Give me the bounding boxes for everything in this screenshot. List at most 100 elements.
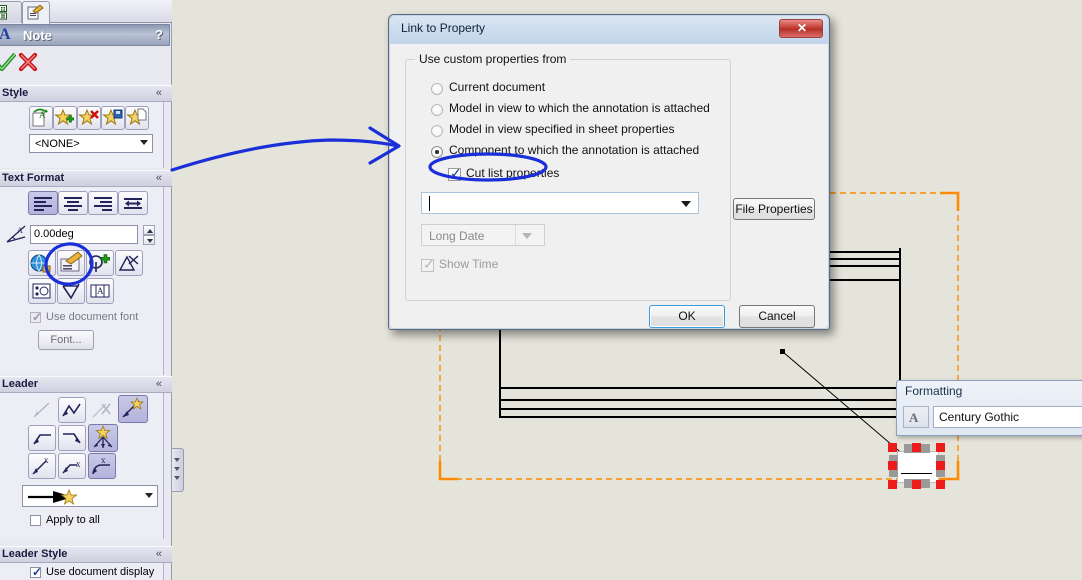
chevron-down-icon[interactable]: [140, 140, 148, 145]
stepper-down[interactable]: [143, 235, 155, 245]
save-style-icon[interactable]: [101, 106, 125, 130]
add-style-icon[interactable]: [53, 106, 77, 130]
chevron-up-icon[interactable]: «: [156, 87, 162, 99]
formatting-toolbar[interactable]: Formatting A Century Gothic: [896, 380, 1082, 436]
checkbox-label: Use document display: [46, 566, 155, 578]
cancel-x-icon[interactable]: [18, 52, 38, 72]
chevron-down-icon[interactable]: [681, 201, 691, 207]
ok-check-icon[interactable]: [0, 53, 16, 71]
stepper-up[interactable]: [143, 225, 155, 235]
sidebar-item-feature-manager[interactable]: [0, 1, 22, 23]
radio-button: [431, 104, 443, 116]
note-pencil-icon: [27, 5, 44, 20]
ok-button[interactable]: OK: [649, 305, 725, 328]
radio-label: Current document: [449, 80, 546, 94]
dialog-titlebar[interactable]: Link to Property ✕: [390, 16, 828, 44]
delete-style-icon[interactable]: [77, 106, 101, 130]
checkbox-label: Use document font: [46, 311, 139, 323]
selected-note-handles[interactable]: [888, 443, 946, 489]
chevron-up-icon[interactable]: «: [156, 378, 162, 390]
date-format-value: Long Date: [429, 229, 485, 243]
section-header-leader-style[interactable]: Leader Style «: [0, 546, 172, 563]
resize-handle[interactable]: [888, 461, 897, 470]
section-header-leader[interactable]: Leader «: [0, 376, 172, 393]
cancel-label: Cancel: [758, 309, 796, 323]
link-to-property-icon[interactable]: [57, 250, 85, 276]
font-name-input[interactable]: Century Gothic: [933, 406, 1082, 428]
style-combo[interactable]: <NONE>: [29, 134, 153, 153]
leader-multi-jog-icon[interactable]: [88, 424, 118, 452]
page-title: Note: [23, 28, 52, 43]
checkbox-box: ✓: [30, 310, 43, 324]
leader-x-right-icon[interactable]: x: [58, 453, 86, 479]
resize-handle[interactable]: [912, 443, 921, 452]
leader-left-icon[interactable]: [28, 425, 56, 451]
property-name-combo[interactable]: [421, 192, 699, 214]
cancel-button[interactable]: Cancel: [739, 305, 815, 328]
align-center-icon[interactable]: [58, 191, 88, 215]
radio-label: Component to which the annotation is att…: [449, 143, 700, 157]
resize-handle[interactable]: [936, 461, 945, 470]
checkbox-box: ✓: [421, 256, 435, 272]
apply-style-icon[interactable]: A: [29, 106, 53, 130]
leader-bent-icon[interactable]: [58, 397, 86, 423]
note-text-underline: [901, 473, 932, 474]
text-angle-input[interactable]: 0.00deg: [30, 225, 138, 244]
insert-hyperlink-icon[interactable]: [28, 250, 56, 276]
insert-geometric-tolerance-icon[interactable]: A: [86, 278, 114, 304]
resize-handle[interactable]: [936, 443, 945, 452]
align-right-icon[interactable]: [88, 191, 118, 215]
font-button[interactable]: Font...: [38, 330, 94, 350]
surface-finish-icon[interactable]: [57, 278, 85, 304]
date-format-combo[interactable]: Long Date: [421, 224, 545, 246]
property-manager-panel[interactable]: A Note ? Style « A <NONE> Text Format « …: [0, 0, 172, 580]
arrow-style-combo[interactable]: [22, 485, 158, 507]
chevron-down-icon[interactable]: [145, 493, 153, 498]
leader-no-icon[interactable]: [88, 397, 116, 423]
align-left-icon[interactable]: [28, 191, 58, 215]
radio-button: [431, 146, 443, 158]
section-header-style[interactable]: Style «: [0, 85, 172, 102]
text-angle-stepper[interactable]: [143, 225, 155, 245]
filled-arrow-icon: [28, 489, 78, 505]
load-style-icon[interactable]: [125, 106, 149, 130]
resize-handle[interactable]: [936, 480, 945, 489]
sidebar-item-property-manager[interactable]: [22, 1, 50, 25]
link-to-property-dialog[interactable]: Link to Property ✕ Use custom properties…: [388, 14, 830, 330]
resize-handle[interactable]: [888, 480, 897, 489]
file-properties-label: File Properties: [735, 202, 813, 216]
checkbox-box: ✓: [448, 165, 462, 181]
insert-shape-icon[interactable]: [28, 278, 56, 304]
section-title: Style: [2, 87, 29, 99]
chevron-down-icon[interactable]: [522, 233, 532, 239]
resize-handle[interactable]: [912, 480, 921, 489]
leader-plain-icon[interactable]: [28, 397, 56, 423]
svg-text:A: A: [97, 286, 104, 296]
property-manager-title: A Note ?: [0, 24, 170, 46]
add-symbol-icon[interactable]: [86, 250, 114, 276]
font-style-icon[interactable]: A: [903, 406, 929, 428]
lock-note-icon[interactable]: [115, 250, 143, 276]
radio-button: [431, 83, 443, 95]
leader-auto-icon[interactable]: [118, 395, 148, 423]
section-body-leader: x x x Apply to all: [0, 393, 164, 539]
section-body-leader-style: ✓ Use document display: [0, 563, 164, 580]
leader-x-underline-icon[interactable]: x: [88, 453, 116, 479]
dialog-title: Link to Property: [401, 21, 486, 35]
style-combo-value: <NONE>: [35, 138, 80, 150]
close-icon[interactable]: ✕: [779, 19, 823, 38]
property-manager-tabstrip[interactable]: [0, 0, 172, 25]
file-properties-button[interactable]: File Properties: [733, 198, 815, 220]
group-caption: Use custom properties from: [415, 52, 571, 66]
panel-splitter-grip[interactable]: [172, 448, 184, 492]
property-manager-actions[interactable]: [0, 50, 172, 74]
svg-text:A: A: [17, 226, 23, 235]
leader-right-icon[interactable]: [58, 425, 86, 451]
chevron-up-icon[interactable]: «: [156, 548, 162, 560]
section-header-text-format[interactable]: Text Format «: [0, 170, 172, 187]
leader-x-left-icon[interactable]: x: [28, 453, 56, 479]
align-justify-icon[interactable]: [118, 191, 148, 215]
resize-handle[interactable]: [888, 443, 897, 452]
chevron-up-icon[interactable]: «: [156, 172, 162, 184]
help-icon[interactable]: ?: [155, 27, 163, 42]
